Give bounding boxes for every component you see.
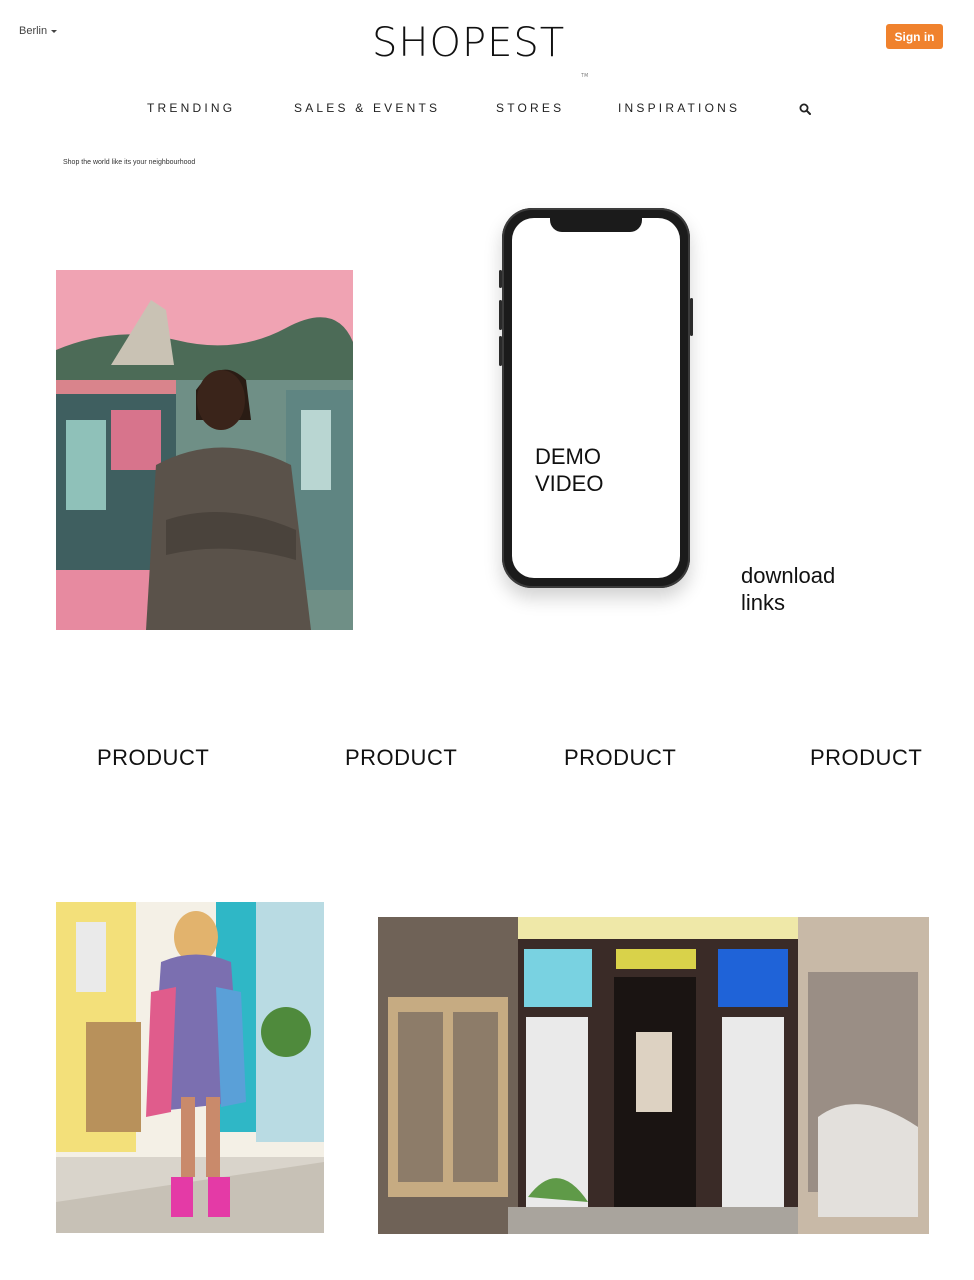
- product-1[interactable]: PRODUCT: [97, 745, 209, 771]
- store-front-photo: [378, 917, 929, 1234]
- phone-mockup: [499, 208, 693, 588]
- download-links[interactable]: download links: [741, 562, 835, 616]
- phone-volume-up: [499, 300, 502, 330]
- product-3[interactable]: PRODUCT: [564, 745, 676, 771]
- phone-notch: [550, 218, 642, 232]
- main-nav: TRENDING SALES & EVENTS STORES INSPIRATI…: [0, 101, 974, 117]
- nav-item-inspirations[interactable]: INSPIRATIONS: [618, 101, 740, 115]
- street-fashion-photo: [56, 902, 324, 1233]
- phone-side-button: [690, 298, 693, 336]
- city-label: Berlin: [19, 25, 48, 37]
- phone-mute-switch: [499, 270, 502, 288]
- product-2[interactable]: PRODUCT: [345, 745, 457, 771]
- nav-item-sales-events[interactable]: SALES & EVENTS: [294, 101, 440, 115]
- logo-text: SHOPEST: [372, 20, 566, 66]
- hero-model-photo: [56, 270, 353, 630]
- logo[interactable]: SHOPEST TM: [372, 20, 592, 79]
- city-selector[interactable]: Berlin: [19, 25, 58, 37]
- tagline: Shop the world like its your neighbourho…: [63, 159, 196, 166]
- nav-item-stores[interactable]: STORES: [496, 101, 564, 115]
- logo-trademark: TM: [581, 73, 589, 79]
- caret-down-icon: [51, 29, 58, 33]
- sign-in-button[interactable]: Sign in: [886, 24, 943, 49]
- nav-item-trending[interactable]: TRENDING: [147, 101, 235, 115]
- phone-volume-down: [499, 336, 502, 366]
- product-4[interactable]: PRODUCT: [810, 745, 922, 771]
- search-icon[interactable]: [799, 103, 811, 115]
- phone-screen[interactable]: [512, 218, 680, 578]
- demo-video-label[interactable]: DEMO VIDEO: [535, 443, 603, 497]
